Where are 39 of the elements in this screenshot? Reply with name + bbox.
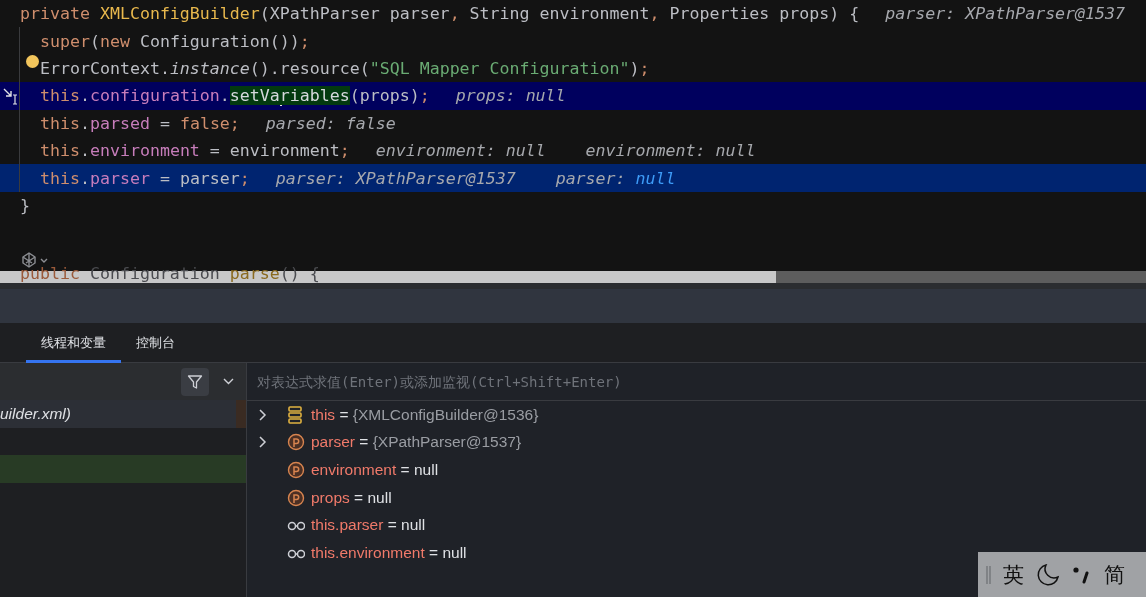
code-line: this.configuration.setVariables(props); xyxy=(40,85,430,106)
chevron-icon[interactable] xyxy=(258,436,267,449)
code-line: } xyxy=(20,195,30,215)
execution-arrow-icon xyxy=(2,86,18,106)
code-line: this.parser = parser; xyxy=(40,168,250,188)
filter-button[interactable] xyxy=(181,367,209,396)
script-toggle[interactable]: 简 xyxy=(1104,560,1125,589)
code-line: this.parsed = false; xyxy=(40,113,240,133)
inline-value-hint: parser: XPathParser@1537 xyxy=(885,4,1126,24)
moon-icon[interactable] xyxy=(1036,562,1060,587)
inline-value-hint: parser: XPathParser@1537 xyxy=(275,168,516,188)
tab[interactable]: 控制台 xyxy=(121,323,190,363)
caret-icon[interactable] xyxy=(223,378,234,385)
evaluate-field[interactable]: 对表达式求值(Enter)或添加监视(Ctrl+Shift+Enter) xyxy=(247,363,1146,400)
variable-entry[interactable]: this = {XMLConfigBuilder@1536} xyxy=(311,405,539,424)
code-line: this.environment = environment; xyxy=(40,141,350,161)
variable-entry[interactable]: this.environment = null xyxy=(311,543,467,562)
parameter-icon xyxy=(287,433,305,452)
code-line: super(new Configuration()); xyxy=(40,31,310,51)
variable-entry[interactable]: environment = null xyxy=(311,461,439,479)
inline-value-hint: props: null xyxy=(455,86,566,106)
filter-icon xyxy=(187,373,203,390)
code-line: private XMLConfigBuilder(XPathParser parser, String environment, Properties props) { xyxy=(20,4,860,24)
variable-entry[interactable]: this.parser = null xyxy=(311,516,426,535)
variable-entry[interactable]: props = null xyxy=(311,488,392,507)
parameter-icon xyxy=(287,461,305,479)
inline-value-hint: parsed: false xyxy=(265,113,396,133)
code-line: ErrorContext.instance().resource("SQL Mapper Configuration"); xyxy=(40,58,650,78)
inline-value-hint: environment: null xyxy=(585,141,756,161)
stack-icon xyxy=(287,405,305,424)
inline-value-hint: environment: null xyxy=(375,141,546,161)
lightbulb-icon[interactable] xyxy=(26,54,39,68)
parameter-icon xyxy=(287,488,305,507)
chevron-icon[interactable] xyxy=(258,408,267,421)
stack-frame-row[interactable]: uilder.xml) xyxy=(0,400,246,428)
variable-entry[interactable]: parser = {XPathParser@1537} xyxy=(311,433,522,452)
inline-value-hint: parser: null xyxy=(555,168,676,188)
grip-icon[interactable] xyxy=(986,565,991,584)
input-mode-toggle[interactable]: 英 xyxy=(1003,560,1024,589)
